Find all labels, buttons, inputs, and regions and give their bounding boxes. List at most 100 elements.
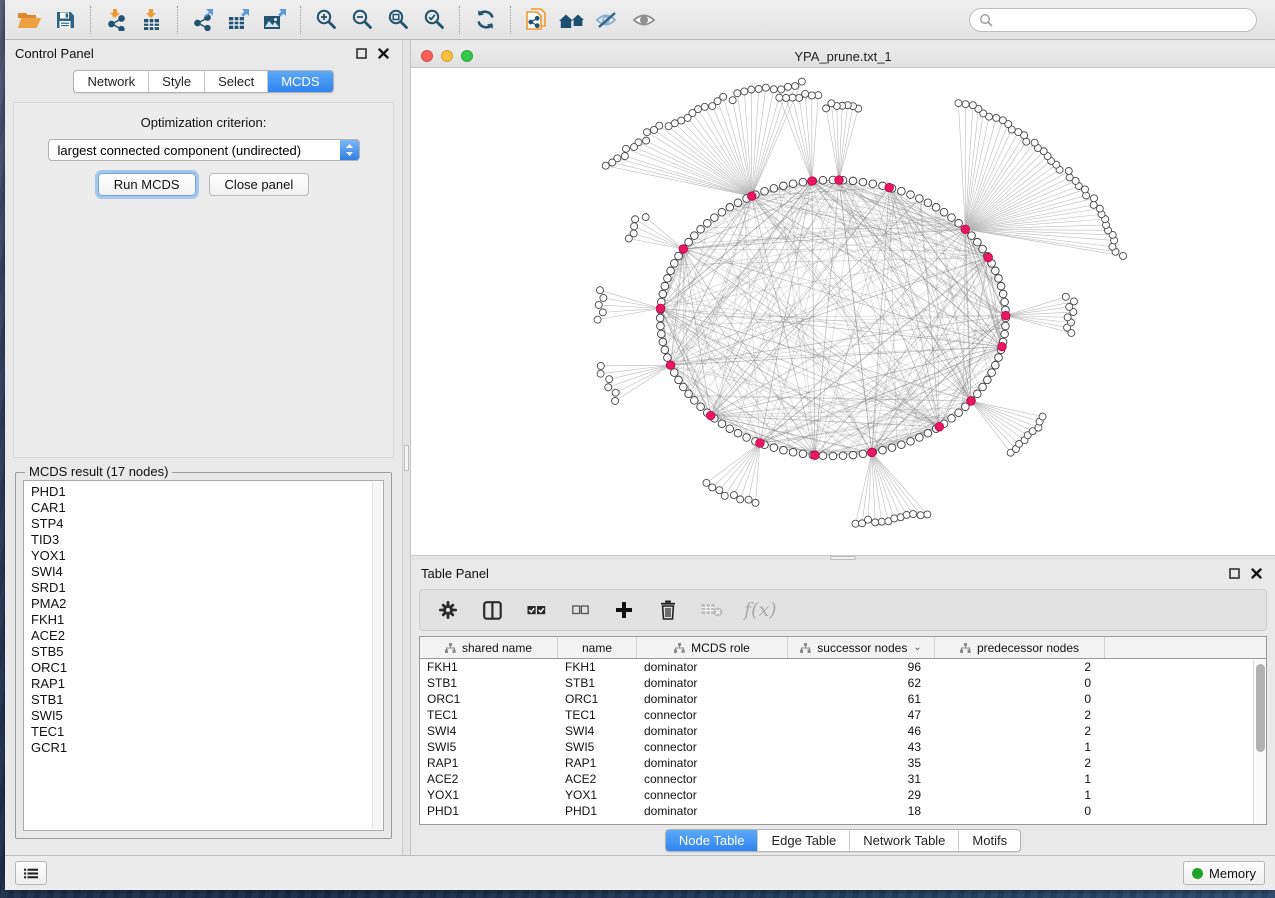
mcds-result-item[interactable]: GCR1 <box>31 740 383 756</box>
table-row[interactable]: FKH1FKH1dominator962 <box>420 659 1266 675</box>
cell-name: PHD1 <box>558 803 637 819</box>
export-network-icon[interactable] <box>185 4 221 36</box>
export-table-icon[interactable] <box>221 4 257 36</box>
mcds-result-item[interactable]: SRD1 <box>31 580 383 596</box>
table-row[interactable]: TEC1TEC1connector472 <box>420 707 1266 723</box>
search-input[interactable] <box>999 13 1247 27</box>
cell-shared-name: PHD1 <box>420 803 558 819</box>
close-panel-icon[interactable] <box>1247 565 1265 581</box>
cell-predecessor-nodes: 0 <box>935 803 1105 819</box>
save-session-icon[interactable] <box>47 4 83 36</box>
zoom-selected-icon[interactable] <box>416 4 452 36</box>
refresh-network-icon[interactable] <box>467 4 503 36</box>
mcds-result-item[interactable]: YOX1 <box>31 548 383 564</box>
run-mcds-button[interactable]: Run MCDS <box>98 173 196 196</box>
float-panel-icon[interactable] <box>1225 565 1243 581</box>
task-history-button[interactable] <box>15 861 47 885</box>
mcds-result-item[interactable]: PHD1 <box>31 484 383 500</box>
column-header-successor-nodes[interactable]: successor nodes⌄ <box>788 637 935 658</box>
cell-name: ACE2 <box>558 771 637 787</box>
mcds-result-item[interactable]: SWI4 <box>31 564 383 580</box>
close-panel-button[interactable]: Close panel <box>209 173 310 196</box>
table-row[interactable]: ACE2ACE2connector311 <box>420 771 1266 787</box>
horizontal-splitter[interactable] <box>411 555 1275 560</box>
mcds-result-item[interactable]: STB1 <box>31 692 383 708</box>
table-panel-title: Table Panel <box>421 566 489 581</box>
table-row[interactable]: ORC1ORC1dominator610 <box>420 691 1266 707</box>
zoom-fit-icon[interactable] <box>380 4 416 36</box>
unselect-all-columns-icon[interactable] <box>568 598 592 622</box>
table-toolbar: f(x) <box>419 589 1267 631</box>
select-all-columns-icon[interactable] <box>524 598 548 622</box>
delete-column-trash-icon[interactable] <box>656 598 680 622</box>
cell-predecessor-nodes: 1 <box>935 739 1105 755</box>
column-header-predecessor-nodes[interactable]: predecessor nodes <box>935 637 1105 658</box>
cell-shared-name: FKH1 <box>420 659 558 675</box>
share-network-document-icon[interactable] <box>518 4 554 36</box>
table-row[interactable]: SWI5SWI5connector431 <box>420 739 1266 755</box>
mcds-result-item[interactable]: TEC1 <box>31 724 383 740</box>
mcds-result-item[interactable]: CAR1 <box>31 500 383 516</box>
table-row[interactable]: SWI4SWI4dominator462 <box>420 723 1266 739</box>
tab-select[interactable]: Select <box>204 71 267 92</box>
table-row[interactable]: RAP1RAP1dominator352 <box>420 755 1266 771</box>
export-image-icon[interactable] <box>257 4 293 36</box>
open-file-icon[interactable] <box>11 4 47 36</box>
cell-name: TEC1 <box>558 707 637 723</box>
mcds-result-item[interactable]: RAP1 <box>31 676 383 692</box>
table-row[interactable]: STB1STB1dominator620 <box>420 675 1266 691</box>
toolbar-separator <box>90 6 91 34</box>
criterion-select[interactable]: largest connected component (undirected) <box>48 139 360 161</box>
mcds-result-item[interactable]: SWI5 <box>31 708 383 724</box>
scrollbar-thumb[interactable] <box>1256 664 1265 752</box>
float-panel-icon[interactable] <box>352 45 370 61</box>
splitter-grip[interactable] <box>404 445 409 471</box>
hide-selected-icon[interactable] <box>590 4 626 36</box>
memory-button[interactable]: Memory <box>1183 861 1265 885</box>
tab-style[interactable]: Style <box>148 71 204 92</box>
import-network-icon[interactable] <box>98 4 134 36</box>
splitter-grip[interactable] <box>830 556 856 560</box>
table-row[interactable]: YOX1YOX1connector291 <box>420 787 1266 803</box>
tab-edge-table[interactable]: Edge Table <box>757 830 849 851</box>
zoom-in-icon[interactable] <box>308 4 344 36</box>
mcds-result-list[interactable]: PHD1CAR1STP4TID3YOX1SWI4SRD1PMA2FKH1ACE2… <box>23 480 384 831</box>
search-icon <box>979 13 993 27</box>
tab-motifs[interactable]: Motifs <box>958 830 1020 851</box>
network-canvas[interactable] <box>411 68 1275 555</box>
network-graph[interactable] <box>411 68 1275 555</box>
zoom-out-icon[interactable] <box>344 4 380 36</box>
cell-successor-nodes: 62 <box>788 675 935 691</box>
cell-predecessor-nodes: 0 <box>935 691 1105 707</box>
import-table-icon[interactable] <box>134 4 170 36</box>
vertical-splitter[interactable] <box>402 40 411 855</box>
cell-successor-nodes: 31 <box>788 771 935 787</box>
create-column-plus-icon[interactable] <box>612 598 636 622</box>
tab-network[interactable]: Network <box>74 71 148 92</box>
table-settings-gear-icon[interactable] <box>436 598 460 622</box>
mcds-result-item[interactable]: STB5 <box>31 644 383 660</box>
tab-mcds[interactable]: MCDS <box>267 71 332 92</box>
mcds-result-item[interactable]: ORC1 <box>31 660 383 676</box>
column-header-shared-name[interactable]: shared name <box>420 637 558 658</box>
search-box[interactable] <box>969 8 1257 32</box>
mcds-result-item[interactable]: TID3 <box>31 532 383 548</box>
mcds-result-item[interactable]: ACE2 <box>31 628 383 644</box>
network-window-titlebar[interactable]: YPA_prune.txt_1 <box>411 45 1275 68</box>
mcds-result-item[interactable]: STP4 <box>31 516 383 532</box>
list-scrollbar[interactable] <box>372 482 382 829</box>
table-scrollbar[interactable] <box>1253 660 1266 824</box>
show-all-icon[interactable] <box>626 4 662 36</box>
control-panel: Control Panel NetworkStyleSelectMCDS Opt… <box>5 40 402 855</box>
show-columns-panel-icon[interactable] <box>480 598 504 622</box>
column-header-mcds-role[interactable]: MCDS role <box>637 637 788 658</box>
column-header-name[interactable]: name <box>558 637 637 658</box>
table-row[interactable]: PHD1PHD1dominator180 <box>420 803 1266 819</box>
close-panel-icon[interactable] <box>374 45 392 61</box>
cell-predecessor-nodes: 2 <box>935 755 1105 771</box>
mcds-result-item[interactable]: FKH1 <box>31 612 383 628</box>
tab-network-table[interactable]: Network Table <box>849 830 958 851</box>
tab-node-table[interactable]: Node Table <box>666 830 758 851</box>
mcds-result-item[interactable]: PMA2 <box>31 596 383 612</box>
first-neighbors-icon[interactable] <box>554 4 590 36</box>
